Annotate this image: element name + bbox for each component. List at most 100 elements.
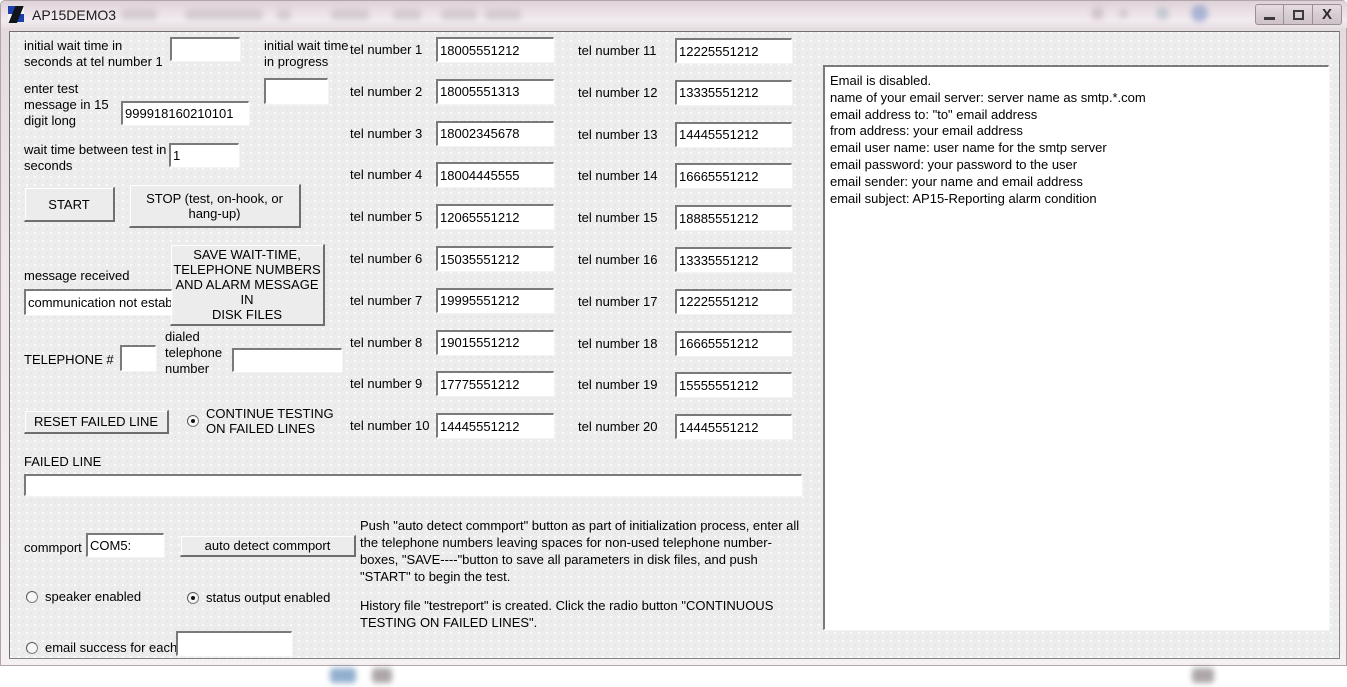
save-parameters-button[interactable]: SAVE WAIT-TIME, TELEPHONE NUMBERS AND AL… [170,244,325,326]
titlebar-artifact [393,9,421,20]
window-title: AP15DEMO3 [32,6,117,23]
speaker-enabled-radio[interactable]: speaker enabled [26,589,141,604]
initial-wait-time-input[interactable] [170,37,240,61]
titlebar-artifact [121,9,157,20]
tel-number-input-15[interactable]: 18885551212 [675,205,792,231]
titlebar-artifact [331,9,369,20]
titlebar-artifact [1119,9,1128,18]
tel-number-label-13: tel number 13 [578,126,658,142]
reset-failed-line-button[interactable]: RESET FAILED LINE [24,410,169,434]
tel-number-label-5: tel number 5 [350,209,423,225]
dialed-telephone-number-input[interactable] [232,348,342,372]
taskbar-artifact [1192,668,1214,683]
failed-line-label: FAILED LINE [24,454,102,469]
tel-number-label-16: tel number 16 [578,252,658,267]
tel-number-input-13[interactable]: 14445551212 [675,121,792,147]
window-controls: X [1255,4,1342,25]
email-success-radio-label: email success for each: [45,640,181,655]
tel-number-input-4[interactable]: 18004445555 [436,162,554,188]
tel-number-input-10[interactable]: 14445551212 [436,413,554,439]
tel-number-input-18[interactable]: 16665551212 [675,330,792,356]
test-message-label: enter test message in 15 digit long [24,81,109,128]
tel-number-label-4: tel number 4 [350,167,423,183]
tel-number-input-6[interactable]: 15035551212 [436,246,554,271]
tel-number-label-3: tel number 3 [350,125,423,141]
tel-number-input-11[interactable]: 12225551212 [675,38,792,63]
titlebar-artifact [485,9,521,20]
titlebar-artifact [1156,7,1169,20]
tel-number-label-12: tel number 12 [578,84,658,100]
stop-button[interactable]: STOP (test, on-hook, or hang-up) [129,184,301,228]
tel-number-input-9[interactable]: 17775551212 [436,371,554,397]
radio-knob-icon [26,641,38,654]
tel-number-label-1: tel number 1 [350,42,423,57]
test-message-input[interactable]: 999918160210101 [121,101,249,125]
email-status-line-7: email sender: your name and email addres… [830,173,1083,189]
email-status-line-4: from address: your email address [830,123,1023,139]
email-status-panel[interactable]: Email is disabled. name of your email ser… [823,65,1329,630]
form-client-area: initial wait time in seconds at tel numb… [9,31,1340,659]
titlebar-artifact [1091,7,1104,20]
tel-number-input-8[interactable]: 19015551212 [436,329,554,355]
tel-number-input-20[interactable]: 14445551212 [675,414,792,440]
email-success-input[interactable] [176,631,292,656]
email-status-line-5: email user name: user name for the smtp … [830,140,1107,156]
tel-number-input-16[interactable]: 13335551212 [675,247,792,272]
radio-knob-icon [187,591,199,604]
initial-wait-in-progress-input[interactable] [264,78,328,104]
maximize-button[interactable] [1284,4,1313,25]
titlebar-artifact [277,9,291,20]
tel-number-input-5[interactable]: 12065551212 [436,204,554,230]
tel-number-input-2[interactable]: 18005551313 [436,78,554,104]
telephone-number-label: TELEPHONE # [24,352,114,367]
tel-number-input-12[interactable]: 13335551212 [675,79,792,105]
initial-wait-time-label: initial wait time in seconds at tel numb… [24,38,163,69]
status-output-enabled-radio[interactable]: status output enabled [187,590,330,605]
tel-number-input-17[interactable]: 12225551212 [675,288,792,314]
tel-number-label-17: tel number 17 [578,293,658,309]
title-bar[interactable]: AP15DEMO3 X [1,1,1347,28]
speaker-enabled-radio-label: speaker enabled [45,589,142,604]
dialed-telephone-number-label: dialed telephone number [165,329,223,376]
email-status-line-2: name of your email server: server name a… [830,89,1146,105]
tel-number-label-2: tel number 2 [350,83,423,99]
tel-number-label-8: tel number 8 [350,334,423,350]
maximize-icon [1292,9,1304,20]
message-received-label: message received [24,268,130,283]
message-received-input[interactable]: communication not establi [24,289,172,315]
taskbar-artifact [372,668,392,683]
minimize-button[interactable] [1255,4,1284,25]
telephone-number-input[interactable] [120,345,156,371]
commport-input[interactable]: COM5: [86,533,164,557]
taskbar-artifact [330,668,356,683]
titlebar-artifact [1191,5,1208,22]
email-status-line-8: email subject: AP15-Reporting alarm cond… [830,190,1097,206]
app-icon[interactable] [8,6,25,23]
status-output-enabled-radio-label: status output enabled [206,590,331,605]
radio-knob-icon [26,590,38,603]
tel-number-input-7[interactable]: 19995551212 [436,287,554,313]
start-button[interactable]: START [24,187,115,222]
instructions-paragraph-2: History file "testreport" is created. Cl… [360,598,774,630]
email-success-radio[interactable]: email success for each: [26,640,181,655]
close-button[interactable]: X [1313,4,1342,25]
auto-detect-commport-button[interactable]: auto detect commport [180,535,356,557]
tel-number-input-14[interactable]: 16665551212 [675,163,792,189]
instructions-paragraph-1: Push "auto detect commport" button as pa… [360,518,800,584]
titlebar-artifact [441,9,477,20]
tel-number-label-10: tel number 10 [350,418,430,434]
commport-label: commport [24,540,82,555]
titlebar-artifact [185,9,263,20]
application-window: AP15DEMO3 X initial wait time in seconds [0,0,1347,666]
tel-number-input-1[interactable]: 18005551212 [436,37,554,62]
continue-testing-radio[interactable]: CONTINUE TESTING ON FAILED LINES [187,406,334,436]
tel-number-label-14: tel number 14 [578,168,658,184]
tel-number-label-20: tel number 20 [578,419,658,435]
failed-line-input[interactable] [24,474,802,496]
tel-number-input-19[interactable]: 15555551212 [675,372,792,398]
tel-number-label-15: tel number 15 [578,210,658,226]
email-status-line-6: email password: your password to the use… [830,156,1078,172]
close-icon: X [1321,5,1332,23]
wait-between-tests-input[interactable]: 1 [169,143,239,167]
tel-number-input-3[interactable]: 18002345678 [436,120,554,146]
